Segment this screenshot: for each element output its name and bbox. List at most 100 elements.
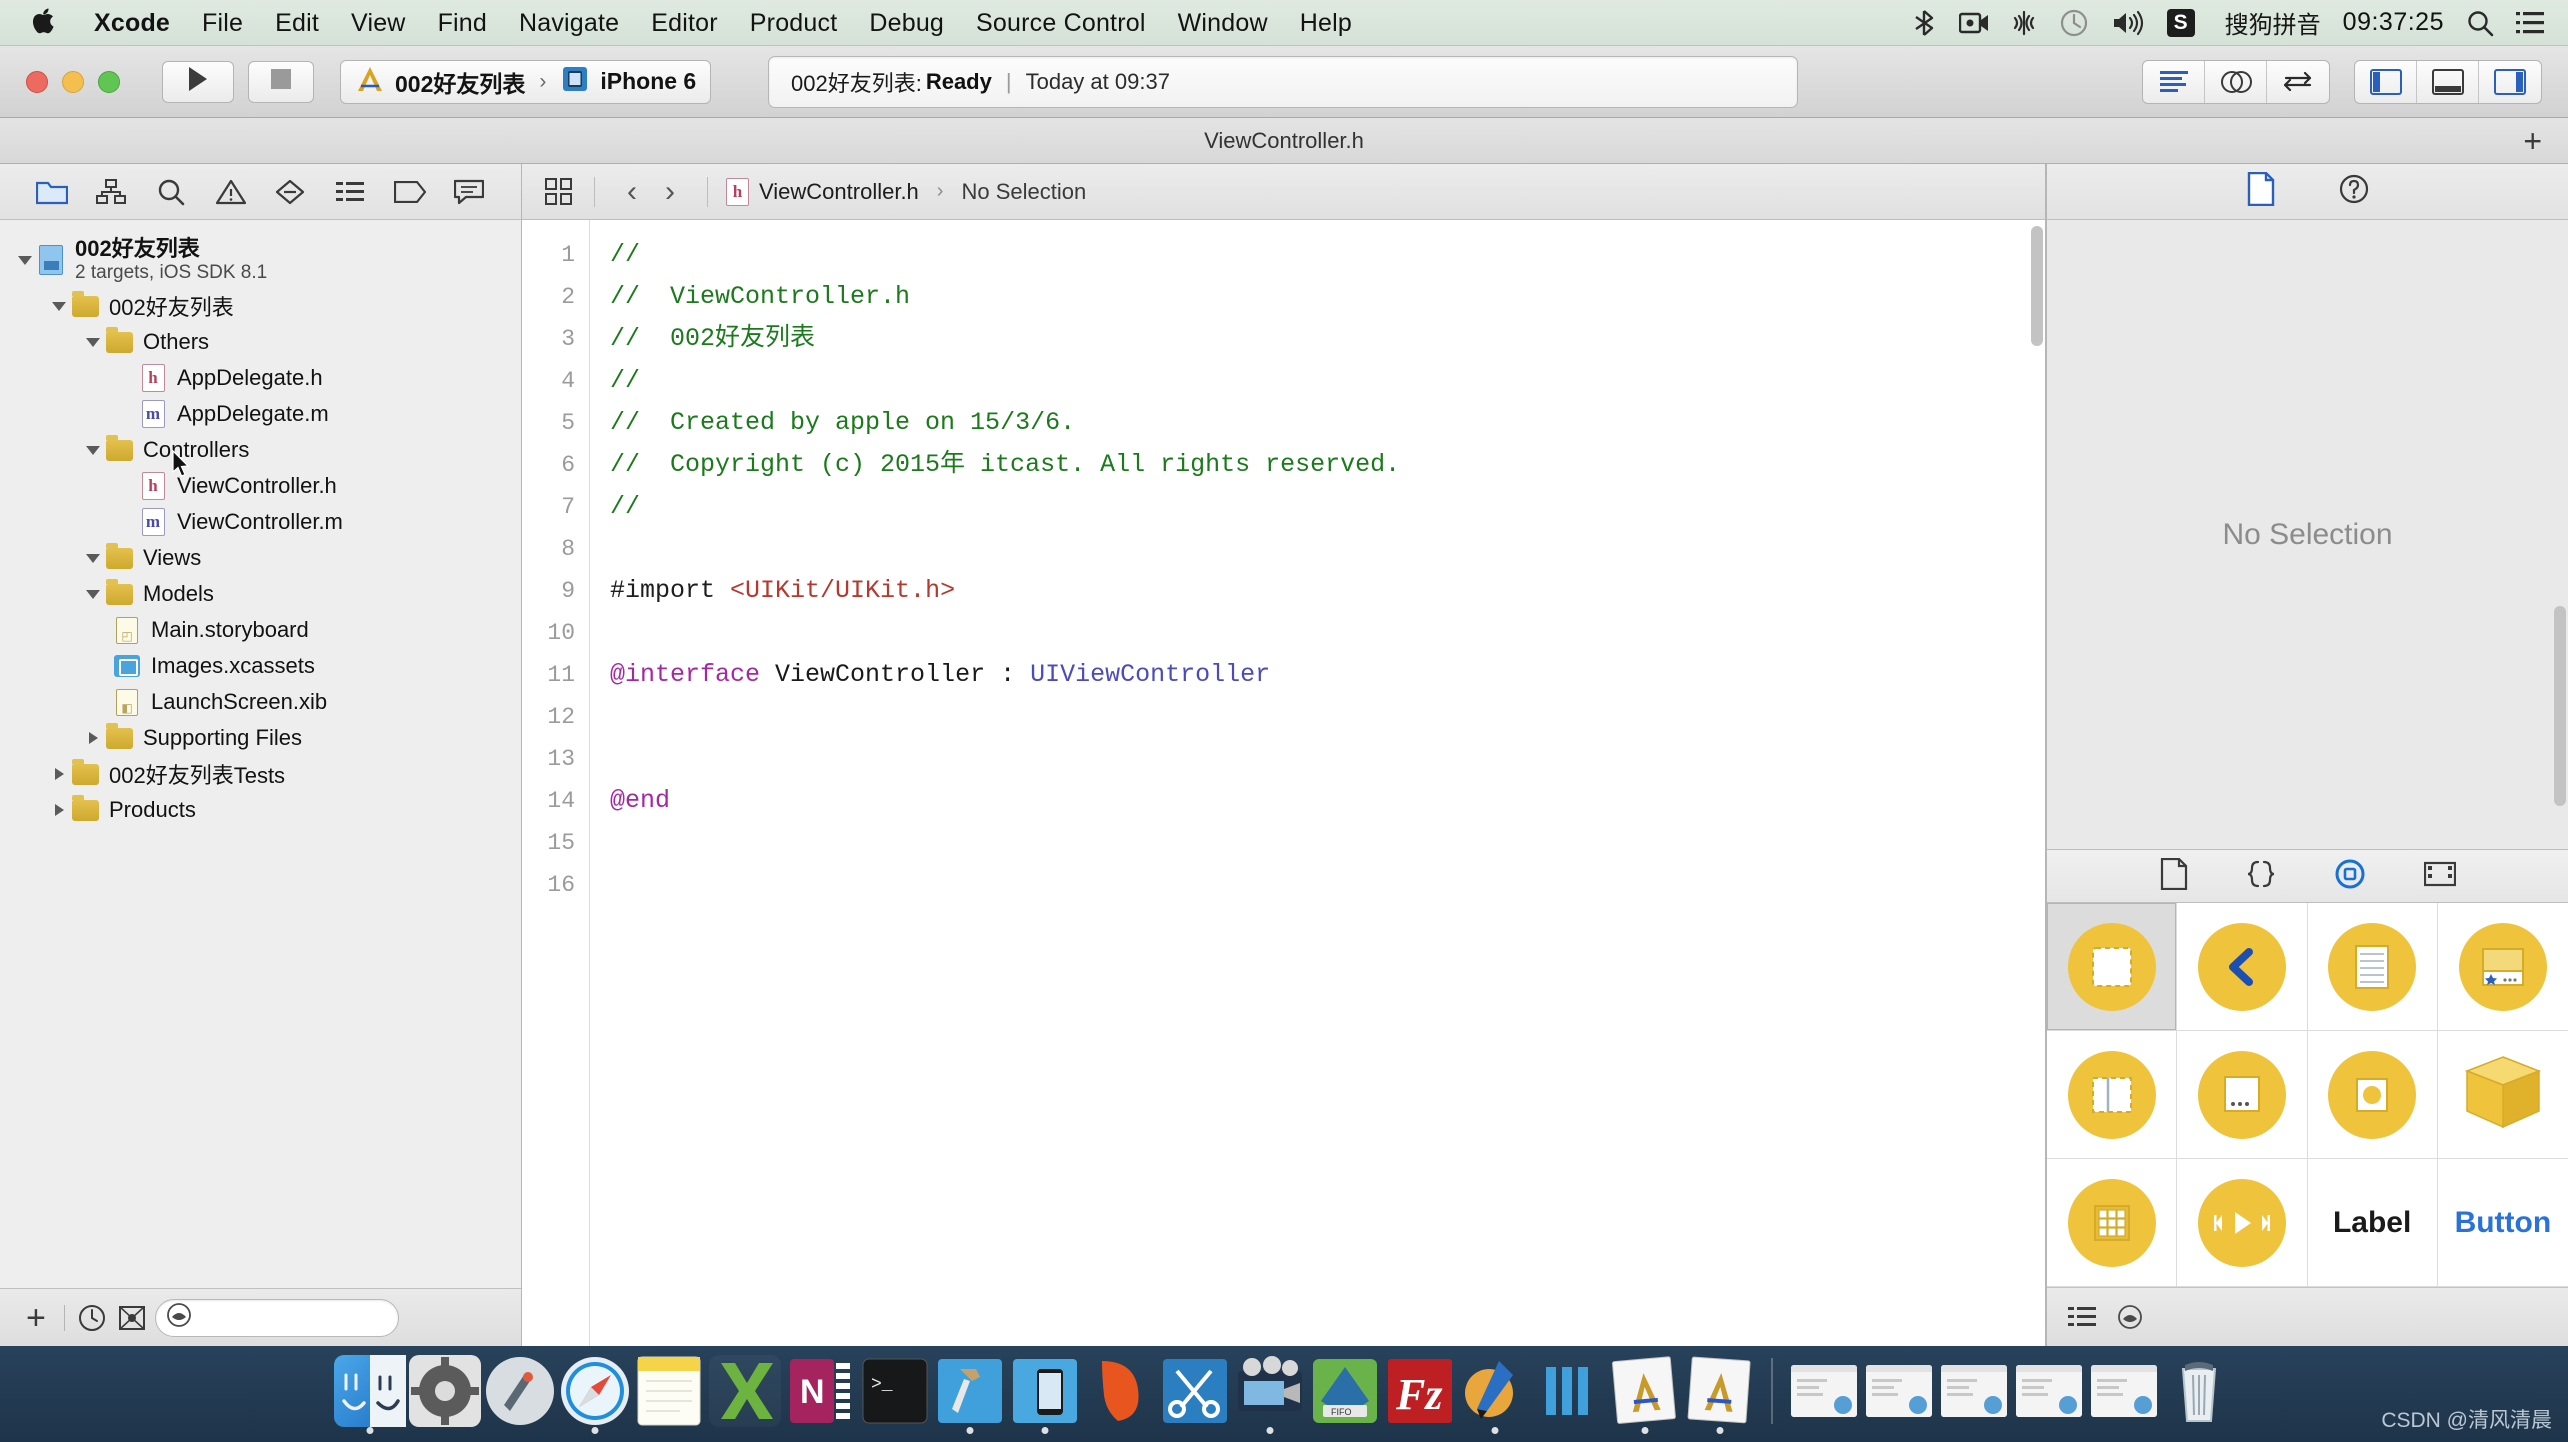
run-button[interactable] (162, 60, 234, 103)
debug-navigator-icon[interactable] (329, 172, 371, 212)
tree-row-file[interactable]: m ViewController.m (0, 504, 521, 540)
library-item-table-view-cell[interactable] (2437, 903, 2568, 1031)
menu-item-source-control[interactable]: Source Control (960, 0, 1162, 46)
dock-minimized-window-4[interactable] (2013, 1355, 2085, 1427)
disclosure-triangle[interactable] (14, 255, 36, 265)
dock-item-mweb[interactable] (1534, 1355, 1606, 1427)
tree-row-group[interactable]: 002好友列表 (0, 288, 521, 324)
tree-row-group[interactable]: Supporting Files (0, 720, 521, 756)
dock-item-snip-tool[interactable] (1159, 1355, 1231, 1427)
disclosure-triangle[interactable] (48, 804, 70, 816)
toggle-navigator-button[interactable] (2355, 60, 2417, 103)
navigate-forward-button[interactable]: › (651, 176, 689, 207)
volume-icon[interactable] (2111, 9, 2145, 37)
library-item-cube[interactable] (2437, 1031, 2568, 1159)
dock-item-system-preferences[interactable] (408, 1355, 481, 1427)
file-template-library-icon[interactable] (2160, 857, 2188, 895)
screen-record-icon[interactable] (1958, 11, 1989, 35)
navigate-back-button[interactable]: ‹ (613, 176, 651, 207)
dock-item-finder[interactable] (333, 1355, 406, 1434)
dock-minimized-window-5[interactable] (2088, 1355, 2160, 1427)
notification-center-icon[interactable] (2516, 10, 2546, 36)
library-item-label[interactable]: Label (2307, 1159, 2438, 1287)
disclosure-triangle[interactable] (82, 589, 104, 599)
dock-item-utility-hammer[interactable] (934, 1355, 1006, 1434)
quick-help-inspector-icon[interactable] (2338, 173, 2370, 210)
dock-item-pixelmator[interactable] (1084, 1355, 1156, 1427)
bluetooth-icon[interactable] (1911, 9, 1937, 37)
tree-row-file[interactable]: m AppDelegate.m (0, 396, 521, 432)
sogou-ime-badge[interactable]: S (2166, 8, 2195, 37)
menu-item-file[interactable]: File (186, 0, 259, 46)
standard-editor-button[interactable] (2143, 60, 2205, 103)
library-item-button[interactable]: Button (2437, 1159, 2568, 1287)
stop-button[interactable] (248, 60, 314, 103)
dock-item-filezilla[interactable]: Fz (1384, 1355, 1456, 1427)
inspector-scrollbar[interactable] (2554, 606, 2566, 806)
related-items-icon[interactable] (542, 175, 576, 209)
menu-item-navigate[interactable]: Navigate (503, 0, 635, 46)
disclosure-triangle[interactable] (48, 768, 70, 780)
disclosure-triangle[interactable] (48, 301, 70, 311)
dock-item-notes[interactable] (634, 1355, 706, 1427)
version-editor-button[interactable] (2267, 61, 2329, 103)
symbol-navigator-icon[interactable] (90, 172, 132, 212)
dock-item-mobile-device[interactable] (1009, 1355, 1081, 1434)
dock-item-xcode-b[interactable] (1684, 1355, 1756, 1434)
source-control-filter-icon[interactable] (115, 1301, 149, 1335)
navigator-filter-field[interactable] (154, 1298, 399, 1337)
library-item-player[interactable] (2177, 1159, 2308, 1287)
library-item-collection-view[interactable] (2047, 1159, 2178, 1287)
file-inspector-icon[interactable] (2246, 171, 2276, 211)
tree-row-file[interactable]: h ViewController.h (0, 468, 521, 504)
dock-item-launchpad[interactable] (484, 1355, 556, 1427)
tree-row-file[interactable]: ◧ LaunchScreen.xib (0, 684, 521, 720)
menu-item-edit[interactable]: Edit (259, 0, 335, 46)
object-library-icon[interactable] (2334, 858, 2366, 895)
dock-item-imovie[interactable] (1234, 1355, 1306, 1434)
add-file-button[interactable]: + (18, 1301, 54, 1335)
disclosure-triangle[interactable] (82, 732, 104, 744)
time-machine-icon[interactable] (2059, 8, 2089, 38)
dock-item-terminal[interactable]: >_ (859, 1355, 931, 1427)
source-code-area[interactable]: 1 2 3 4 5 6 7 8 9 10 11 12 13 14 15 16 /… (522, 220, 2046, 1346)
project-file-tree[interactable]: 002好友列表 2 targets, iOS SDK 8.1 002好友列表 O… (0, 220, 521, 1288)
filter-search-icon[interactable] (2115, 1302, 2145, 1332)
toggle-utilities-button[interactable] (2479, 61, 2541, 103)
menu-item-find[interactable]: Find (422, 0, 503, 46)
library-item-split-view[interactable] (2047, 1031, 2178, 1159)
project-navigator-icon[interactable] (31, 172, 73, 212)
menu-item-product[interactable]: Product (734, 0, 854, 46)
disclosure-triangle[interactable] (82, 337, 104, 347)
tree-row-group[interactable]: Views (0, 540, 521, 576)
tree-row-group[interactable]: 002好友列表Tests (0, 756, 521, 792)
media-library-icon[interactable] (2423, 861, 2456, 892)
menu-item-window[interactable]: Window (1162, 0, 1284, 46)
report-navigator-icon[interactable] (448, 172, 490, 212)
dock-trash-icon[interactable] (2163, 1355, 2235, 1427)
search-icon[interactable] (2466, 9, 2494, 37)
library-item-scroll-view[interactable] (2307, 903, 2438, 1031)
tree-row-group[interactable]: Others (0, 324, 521, 360)
dock-item-excel[interactable] (708, 1355, 781, 1427)
dock-item-onenote[interactable]: N (784, 1355, 856, 1427)
menu-item-xcode[interactable]: Xcode (78, 0, 186, 46)
menu-item-help[interactable]: Help (1284, 0, 1368, 46)
library-item-back-chevron[interactable] (2177, 903, 2308, 1031)
activity-status-view[interactable]: 002好友列表: Ready | Today at 09:37 (768, 55, 1798, 108)
dock-item-xcode-a[interactable] (1609, 1355, 1681, 1434)
dock-minimized-window-1[interactable] (1788, 1355, 1860, 1427)
tree-row-file[interactable]: ◰ Main.storyboard (0, 612, 521, 648)
apple-logo-icon[interactable] (30, 8, 56, 38)
dock-minimized-window-3[interactable] (1938, 1355, 2010, 1427)
tree-row-file[interactable]: Images.xcassets (0, 648, 521, 684)
dock-item-safari[interactable] (559, 1355, 631, 1434)
menu-item-view[interactable]: View (335, 0, 422, 46)
issue-navigator-icon[interactable] (210, 172, 252, 212)
editor-scrollbar[interactable] (2031, 226, 2043, 346)
tree-row-project[interactable]: 002好友列表 2 targets, iOS SDK 8.1 (0, 232, 521, 288)
test-navigator-icon[interactable] (269, 172, 311, 212)
dock-item-feedly[interactable]: FIFO (1309, 1355, 1381, 1427)
code-text[interactable]: // // ViewController.h // 002好友列表 // // Crea… (590, 220, 2045, 1346)
airplay-icon[interactable] (2011, 9, 2037, 37)
